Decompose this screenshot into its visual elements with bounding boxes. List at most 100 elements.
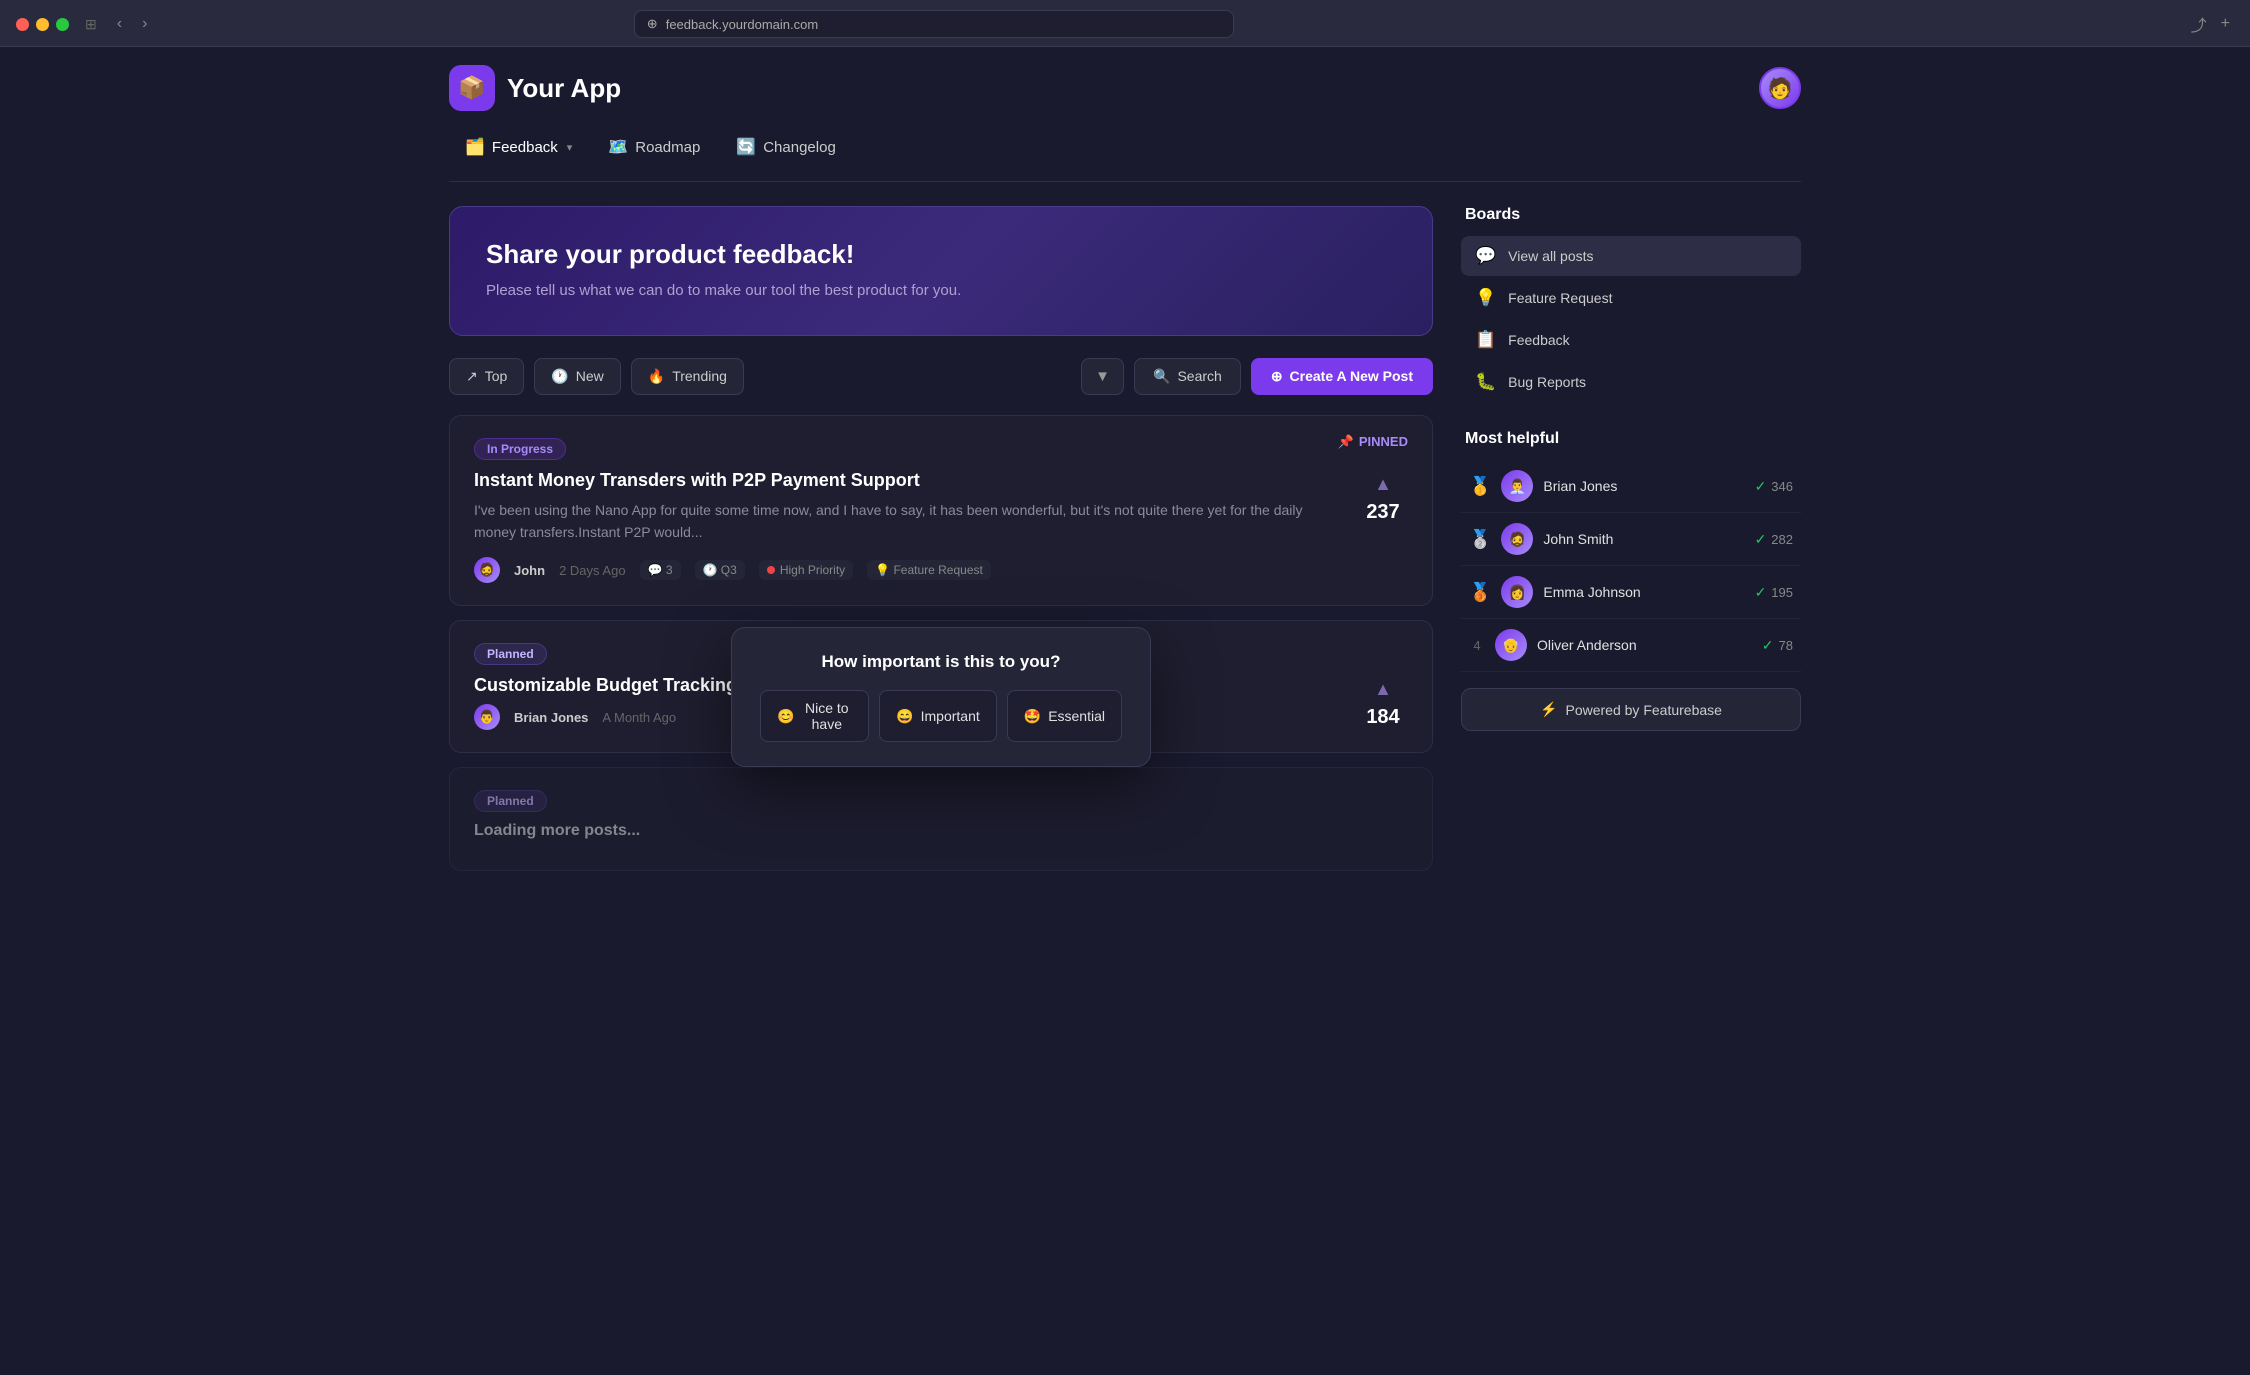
close-window-button[interactable] — [16, 18, 29, 31]
trending-tab-button[interactable]: 🔥 Trending — [631, 358, 744, 395]
vote-count: 237 — [1366, 501, 1399, 524]
author-name: Brian Jones — [514, 710, 588, 725]
logo-area: 📦 Your App — [449, 65, 621, 111]
helpful-user-name-2[interactable]: John Smith — [1543, 531, 1744, 547]
create-post-button[interactable]: ⊕ Create A New Post — [1251, 358, 1433, 395]
bug-reports-label: Bug Reports — [1508, 374, 1586, 390]
upvote-button[interactable]: ▲ — [1370, 470, 1396, 499]
user-avatar-3: 👩 — [1501, 576, 1533, 608]
hero-title: Share your product feedback! — [486, 239, 1396, 270]
helpful-user-4: 4 👴 Oliver Anderson ✓ 78 — [1461, 619, 1801, 672]
trending-icon: 🔥 — [648, 368, 665, 385]
post-header: Instant Money Transders with P2P Payment… — [474, 470, 1408, 584]
check-icon: ✓ — [1755, 531, 1767, 548]
address-bar[interactable]: ⊕ feedback.yourdomain.com — [634, 10, 1234, 38]
app-header: 📦 Your App 🧑 — [449, 47, 1801, 121]
score-value-4: 78 — [1779, 638, 1793, 653]
score-value-3: 195 — [1771, 585, 1793, 600]
new-label: New — [576, 368, 604, 384]
security-icon: ⊕ — [647, 16, 658, 32]
rank-4: 4 — [1469, 638, 1485, 653]
importance-popup: How important is this to you? 😊 Nice to … — [731, 627, 1151, 767]
board-item-view-all[interactable]: 💬 View all posts — [1461, 236, 1801, 276]
lightning-icon: ⚡ — [1540, 701, 1557, 718]
vote-section: ▲ 184 — [1358, 675, 1408, 729]
priority-dot — [767, 566, 775, 574]
minimize-window-button[interactable] — [36, 18, 49, 31]
board-item-feedback[interactable]: 📋 Feedback — [1461, 320, 1801, 360]
helpful-user-name-3[interactable]: Emma Johnson — [1543, 584, 1744, 600]
post-body: Instant Money Transders with P2P Payment… — [474, 470, 1342, 584]
post-meta: 🧔 John 2 Days Ago 💬 3 🕐 Q3 High Priority… — [474, 557, 1342, 583]
nav-item-changelog[interactable]: 🔄 Changelog — [720, 129, 851, 165]
user-avatar[interactable]: 🧑 — [1759, 67, 1801, 109]
helpful-user-name-4[interactable]: Oliver Anderson — [1537, 637, 1752, 653]
powered-by-button[interactable]: ⚡ Powered by Featurebase — [1461, 688, 1801, 731]
share-button[interactable]: ⤴ — [2187, 10, 2211, 38]
nav-item-roadmap[interactable]: 🗺️ Roadmap — [592, 129, 716, 165]
helpful-score-3: ✓ 195 — [1755, 584, 1793, 601]
search-icon: 🔍 — [1153, 368, 1170, 385]
silver-medal-icon: 🥈 — [1469, 529, 1491, 550]
important-button[interactable]: 😄 Important — [879, 690, 997, 742]
new-tab-button[interactable]: + — [2217, 10, 2234, 38]
helpful-title: Most helpful — [1461, 430, 1801, 448]
post-excerpt: I've been using the Nano App for quite s… — [474, 499, 1342, 544]
top-tab-button[interactable]: ↗ Top — [449, 358, 524, 395]
posts-container: 📌 PINNED In Progress Instant Money Trans… — [449, 415, 1433, 886]
browser-chrome: ⊞ ‹ › ⊕ feedback.yourdomain.com ⤴ + — [0, 0, 2250, 47]
helpful-user-name-1[interactable]: Brian Jones — [1543, 478, 1744, 494]
nav-item-feedback[interactable]: 🗂️ Feedback ▾ — [449, 129, 588, 165]
essential-emoji: 🤩 — [1024, 708, 1041, 725]
helpful-score-4: ✓ 78 — [1762, 637, 1793, 654]
new-tab-button[interactable]: 🕐 New — [534, 358, 620, 395]
boards-title: Boards — [1461, 206, 1801, 224]
filter-button[interactable]: ▼ — [1081, 358, 1124, 395]
board-item-feature-request[interactable]: 💡 Feature Request — [1461, 278, 1801, 318]
upvote-button[interactable]: ▲ — [1370, 675, 1396, 704]
trending-label: Trending — [672, 368, 727, 384]
new-icon: 🕐 — [551, 368, 568, 385]
check-icon: ✓ — [1755, 478, 1767, 495]
view-all-icon: 💬 — [1475, 246, 1496, 266]
action-bar: ↗ Top 🕐 New 🔥 Trending ▼ 🔍 Search — [449, 358, 1433, 395]
pinned-label: PINNED — [1359, 434, 1408, 449]
important-emoji: 😄 — [896, 708, 913, 725]
author-avatar: 👨 — [474, 704, 500, 730]
hero-banner: Share your product feedback! Please tell… — [449, 206, 1433, 336]
helpful-user-3: 🥉 👩 Emma Johnson ✓ 195 — [1461, 566, 1801, 619]
traffic-lights — [16, 18, 69, 31]
importance-popup-title: How important is this to you? — [760, 652, 1122, 672]
nice-to-have-emoji: 😊 — [777, 708, 794, 725]
app-container: 📦 Your App 🧑 🗂️ Feedback ▾ 🗺️ Roadmap 🔄 … — [425, 47, 1825, 909]
url-display: feedback.yourdomain.com — [666, 17, 818, 32]
important-label: Important — [921, 708, 980, 724]
sidebar-toggle-button[interactable]: ⊞ — [81, 14, 101, 35]
view-all-label: View all posts — [1508, 248, 1593, 264]
essential-button[interactable]: 🤩 Essential — [1007, 690, 1122, 742]
feedback-nav-icon: 🗂️ — [465, 137, 485, 157]
feedback-board-icon: 📋 — [1475, 330, 1496, 350]
search-button[interactable]: 🔍 Search — [1134, 358, 1241, 395]
filter-icon: ▼ — [1095, 368, 1110, 385]
post-title[interactable]: Instant Money Transders with P2P Payment… — [474, 470, 1342, 491]
score-value-2: 282 — [1771, 532, 1793, 547]
nice-to-have-button[interactable]: 😊 Nice to have — [760, 690, 869, 742]
changelog-nav-icon: 🔄 — [736, 137, 756, 157]
helpful-section: Most helpful 🥇 👨‍💼 Brian Jones ✓ 346 🥈 🧔… — [1461, 430, 1801, 731]
status-badge: In Progress — [474, 438, 566, 460]
top-icon: ↗ — [466, 368, 478, 385]
status-badge: Planned — [474, 790, 547, 812]
board-item-bug-reports[interactable]: 🐛 Bug Reports — [1461, 362, 1801, 402]
post-title[interactable]: Loading more posts... — [474, 822, 1408, 840]
forward-button[interactable]: › — [138, 13, 151, 35]
user-avatar-1: 👨‍💼 — [1501, 470, 1533, 502]
back-button[interactable]: ‹ — [113, 13, 126, 35]
status-badge: Planned — [474, 643, 547, 665]
main-nav: 🗂️ Feedback ▾ 🗺️ Roadmap 🔄 Changelog — [449, 121, 1801, 182]
maximize-window-button[interactable] — [56, 18, 69, 31]
nice-to-have-label: Nice to have — [801, 700, 852, 732]
hero-subtitle: Please tell us what we can do to make ou… — [486, 280, 1396, 303]
search-label: Search — [1177, 368, 1221, 384]
user-avatar-2: 🧔 — [1501, 523, 1533, 555]
